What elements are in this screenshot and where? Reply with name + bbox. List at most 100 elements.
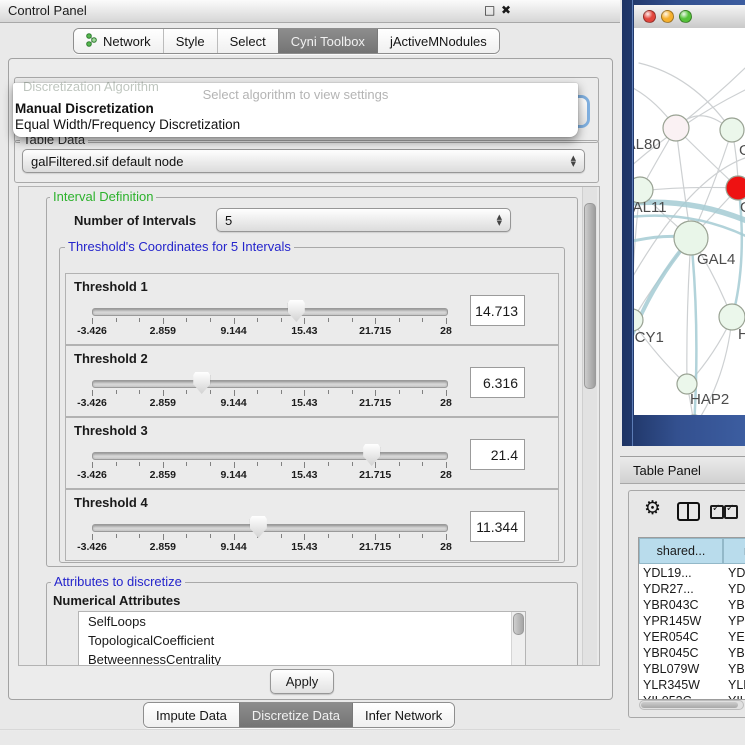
- checked-checkbox-icon[interactable]: ✓: [724, 505, 738, 519]
- apply-button[interactable]: Apply: [270, 669, 334, 694]
- tab-label: jActiveMNodules: [390, 34, 487, 49]
- slider-thumb[interactable]: [363, 444, 380, 466]
- cell-name: YBR0: [728, 598, 745, 612]
- threshold-value-field[interactable]: 14.713: [470, 295, 525, 326]
- tab-label: Style: [176, 34, 205, 49]
- viewport-scrollbar-track[interactable]: [582, 187, 597, 665]
- tab-infer-network[interactable]: Infer Network: [352, 703, 454, 727]
- slider-track[interactable]: [92, 452, 448, 460]
- network-edge[interactable]: [640, 187, 738, 191]
- cell-shared-name: YBR043C: [643, 598, 699, 612]
- column-header-shared-name[interactable]: shared...: [639, 538, 723, 564]
- threshold-label: Threshold 4: [74, 495, 148, 510]
- tab-discretize-data[interactable]: Discretize Data: [239, 703, 352, 727]
- list-item[interactable]: SelfLoops: [79, 612, 525, 631]
- tab-select[interactable]: Select: [217, 29, 278, 53]
- table-panel-body: ⚙ ✓ ✓ shared... na YDL19...YDL1YDR27...Y…: [628, 490, 745, 718]
- slider-tick-label: 9.144: [212, 325, 256, 337]
- slider-tick: [328, 390, 329, 394]
- list-item[interactable]: TopologicalCoefficient: [79, 631, 525, 650]
- slider-track[interactable]: [92, 380, 448, 388]
- control-panel-titlebar: Control Panel □ ✖: [0, 0, 620, 23]
- slider-tick: [281, 318, 282, 322]
- slider-tick: [139, 318, 140, 322]
- spinner-up-down-icon: ▲▼: [571, 155, 576, 167]
- slider-tick: [234, 318, 235, 324]
- slider-tick-label: -3.426: [70, 325, 114, 337]
- zoom-traffic-light-icon[interactable]: [679, 10, 692, 23]
- slider-tick-label: -3.426: [70, 541, 114, 553]
- slider-tick: [304, 534, 305, 540]
- table-hscrollbar-track[interactable]: [639, 700, 744, 710]
- cell-shared-name: YPR145W: [643, 614, 701, 628]
- window-frame-highlight: [632, 0, 633, 446]
- number-of-intervals-combobox[interactable]: 5 ▲▼: [216, 208, 511, 232]
- network-canvas[interactable]: GAL80GAGGAL11GAL4GCY1HHAP2: [634, 28, 745, 415]
- slider-track[interactable]: [92, 524, 448, 532]
- checked-checkbox-icon[interactable]: ✓: [710, 505, 724, 519]
- network-node-GAL80[interactable]: [663, 115, 689, 141]
- tab-jactivemnodules[interactable]: jActiveMNodules: [377, 29, 499, 53]
- close-panel-icon[interactable]: ✖: [501, 3, 511, 17]
- network-node-label: GAL80: [634, 136, 661, 153]
- popup-item-manual-discretization[interactable]: Manual Discretization: [15, 101, 154, 116]
- cell-shared-name: YBL079W: [643, 662, 699, 676]
- top-tab-bar: Network Style Select Cyni Toolbox jActiveMNo…: [73, 28, 500, 54]
- network-edge[interactable]: [687, 238, 691, 385]
- table-row[interactable]: YDL19...YDL1: [639, 565, 745, 581]
- slider-tick-label: 28: [424, 541, 468, 553]
- split-view-icon[interactable]: [677, 502, 700, 521]
- table-panel-title: Table Panel: [633, 463, 701, 478]
- slider-tick: [446, 534, 447, 540]
- tab-style[interactable]: Style: [163, 29, 217, 53]
- slider-tick: [210, 318, 211, 322]
- tab-label: Cyni Toolbox: [291, 34, 365, 49]
- slider-track[interactable]: [92, 308, 448, 316]
- threshold-value-field[interactable]: 6.316: [470, 367, 525, 398]
- cell-name: YDR2: [728, 582, 745, 596]
- slider-thumb[interactable]: [288, 300, 305, 322]
- threshold-label: Threshold 3: [74, 423, 148, 438]
- gear-icon[interactable]: ⚙: [644, 497, 661, 519]
- slider-thumb[interactable]: [250, 516, 267, 538]
- table-row[interactable]: YBR045CYBR0: [639, 645, 745, 661]
- cell-name: YLR3: [728, 678, 745, 692]
- table-row[interactable]: YBL079WYBL0: [639, 661, 745, 677]
- column-header-name[interactable]: na: [723, 538, 745, 564]
- slider-tick: [446, 318, 447, 324]
- table-row[interactable]: YDR27...YDR2: [639, 581, 745, 597]
- table-row[interactable]: YIL052CYIL0: [639, 693, 745, 700]
- network-node-GA[interactable]: [720, 118, 744, 142]
- tab-cyni-toolbox[interactable]: Cyni Toolbox: [278, 29, 377, 53]
- threshold-value-field[interactable]: 11.344: [470, 511, 525, 542]
- close-traffic-light-icon[interactable]: [643, 10, 656, 23]
- list-scrollbar-track[interactable]: [511, 612, 525, 665]
- threshold-value-field[interactable]: 21.4: [470, 439, 525, 470]
- table-hscrollbar-thumb[interactable]: [641, 702, 738, 708]
- float-window-icon[interactable]: □: [484, 3, 495, 17]
- table-row[interactable]: YLR345WYLR3: [639, 677, 745, 693]
- list-item[interactable]: BetweennessCentrality: [79, 650, 525, 666]
- table-data-combobox[interactable]: galFiltered.sif default node ▲▼: [22, 149, 585, 173]
- tab-impute-data[interactable]: Impute Data: [144, 703, 239, 727]
- network-node-GAL4[interactable]: [674, 221, 708, 255]
- slider-tick: [234, 390, 235, 396]
- tab-network[interactable]: Network: [74, 29, 163, 53]
- minimize-traffic-light-icon[interactable]: [661, 10, 674, 23]
- viewport-scrollbar-thumb[interactable]: [584, 203, 596, 389]
- slider-tick: [328, 462, 329, 466]
- slider-tick: [422, 534, 423, 538]
- slider-thumb[interactable]: [193, 372, 210, 394]
- network-window-titlebar[interactable]: [634, 5, 745, 29]
- numerical-attributes-list[interactable]: SelfLoopsTopologicalCoefficientBetweenne…: [78, 611, 526, 666]
- table-row[interactable]: YPR145WYPR1: [639, 613, 745, 629]
- table-row[interactable]: YBR043C YBR0: [639, 597, 745, 613]
- network-node-G-red[interactable]: [726, 176, 745, 200]
- slider-tick: [186, 390, 187, 394]
- list-scrollbar-thumb[interactable]: [513, 613, 524, 635]
- table-row[interactable]: YER054CYER0: [639, 629, 745, 645]
- slider-tick-label: 9.144: [212, 469, 256, 481]
- popup-item-equal-width-frequency[interactable]: Equal Width/Frequency Discretization: [15, 117, 240, 132]
- slider-tick: [163, 390, 164, 396]
- slider-tick-label: 15.43: [282, 325, 326, 337]
